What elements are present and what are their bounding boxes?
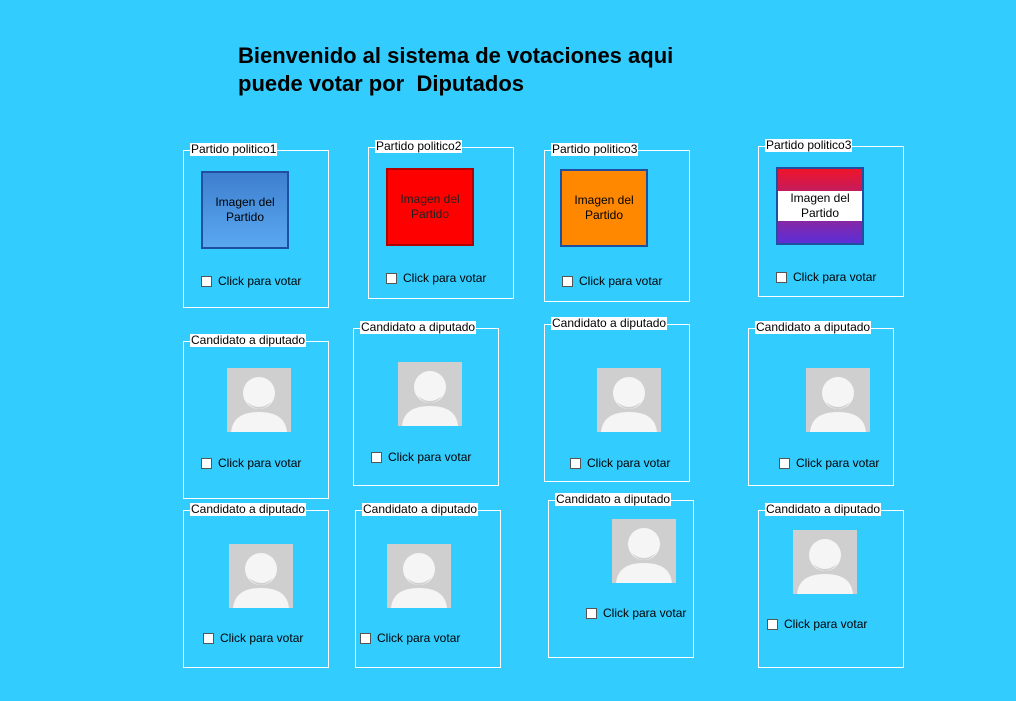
checkbox[interactable]	[562, 275, 573, 287]
vote-label: Click para votar	[218, 274, 302, 288]
default-user-avatar-icon	[612, 519, 676, 583]
vote-checkbox-party-4[interactable]: Click para votar	[776, 270, 876, 284]
party-group-4: Partido politico3 Imagen del Partido Cli…	[758, 139, 904, 297]
party-group-1: Partido politico1 Imagen del Partido Cli…	[183, 143, 329, 308]
vote-checkbox-party-2[interactable]: Click para votar	[386, 271, 486, 285]
party-group-title: Partido politico1	[190, 142, 278, 156]
vote-label: Click para votar	[218, 456, 302, 470]
title-line-2: puede votar por Diputados	[238, 71, 525, 96]
title-line-1: Bienvenido al sistema de votaciones aqui	[238, 43, 674, 68]
vote-label: Click para votar	[388, 450, 472, 464]
default-user-avatar-icon	[806, 368, 870, 432]
checkbox[interactable]	[360, 632, 371, 644]
candidate-group-2-3: Candidato a diputado Click para votar	[548, 493, 694, 658]
party-group-title: Partido politico2	[375, 139, 463, 153]
vote-label: Click para votar	[587, 456, 671, 470]
candidate-group-2-1: Candidato a diputado Click para votar	[183, 503, 329, 668]
party-image-label: Imagen del Partido	[215, 195, 275, 224]
party-image-label: Imagen del Partido	[400, 192, 460, 221]
candidate-group-2-4: Candidato a diputado Click para votar	[758, 503, 904, 668]
candidate-group-title: Candidato a diputado	[551, 316, 668, 330]
default-user-avatar-icon	[398, 362, 462, 426]
candidate-group-1-2: Candidato a diputado Click para votar	[353, 321, 499, 486]
party-image-label: Imagen del Partido	[778, 191, 862, 221]
checkbox[interactable]	[779, 457, 790, 469]
candidate-group-title: Candidato a diputado	[362, 502, 479, 516]
candidate-group-title: Candidato a diputado	[555, 492, 672, 506]
candidate-group-1-1: Candidato a diputado Click para votar	[183, 334, 329, 499]
vote-checkbox-candidate[interactable]: Click para votar	[201, 456, 301, 470]
page-title: Bienvenido al sistema de votaciones aqui…	[238, 42, 758, 98]
vote-checkbox-party-3[interactable]: Click para votar	[562, 274, 662, 288]
checkbox[interactable]	[201, 275, 212, 287]
checkbox[interactable]	[203, 632, 214, 644]
vote-label: Click para votar	[220, 631, 304, 645]
vote-label: Click para votar	[377, 631, 461, 645]
default-user-avatar-icon	[793, 530, 857, 594]
default-user-avatar-icon	[229, 544, 293, 608]
default-user-avatar-icon	[597, 368, 661, 432]
vote-checkbox-candidate[interactable]: Click para votar	[570, 456, 670, 470]
checkbox[interactable]	[776, 271, 787, 283]
checkbox[interactable]	[570, 457, 581, 469]
candidate-group-title: Candidato a diputado	[360, 320, 477, 334]
candidate-group-1-4: Candidato a diputado Click para votar	[748, 321, 894, 486]
candidate-group-title: Candidato a diputado	[190, 502, 307, 516]
checkbox[interactable]	[371, 451, 382, 463]
vote-checkbox-candidate[interactable]: Click para votar	[371, 450, 471, 464]
vote-checkbox-candidate[interactable]: Click para votar	[767, 617, 867, 631]
vote-label: Click para votar	[796, 456, 880, 470]
candidate-group-1-3: Candidato a diputado Click para votar	[544, 317, 690, 482]
party-image-1: Imagen del Partido	[201, 171, 289, 249]
party-group-title: Partido politico3	[765, 138, 853, 152]
checkbox[interactable]	[201, 457, 212, 469]
vote-checkbox-candidate[interactable]: Click para votar	[360, 631, 460, 645]
vote-checkbox-candidate[interactable]: Click para votar	[779, 456, 879, 470]
vote-checkbox-candidate[interactable]: Click para votar	[203, 631, 303, 645]
party-image-3: Imagen del Partido	[560, 169, 648, 247]
vote-label: Click para votar	[793, 270, 877, 284]
vote-label: Click para votar	[603, 606, 687, 620]
vote-checkbox-party-1[interactable]: Click para votar	[201, 274, 301, 288]
party-image-4: Imagen del Partido	[776, 167, 864, 245]
party-group-title: Partido politico3	[551, 142, 639, 156]
checkbox[interactable]	[586, 607, 597, 619]
candidate-group-title: Candidato a diputado	[755, 320, 872, 334]
checkbox[interactable]	[386, 272, 397, 284]
vote-label: Click para votar	[784, 617, 868, 631]
candidate-group-2-2: Candidato a diputado Click para votar	[355, 503, 501, 668]
vote-checkbox-candidate[interactable]: Click para votar	[586, 606, 686, 620]
vote-label: Click para votar	[579, 274, 663, 288]
party-image-2: Imagen del Partido	[386, 168, 474, 246]
candidate-group-title: Candidato a diputado	[765, 502, 882, 516]
party-group-3: Partido politico3 Imagen del Partido Cli…	[544, 143, 690, 302]
vote-label: Click para votar	[403, 271, 487, 285]
default-user-avatar-icon	[227, 368, 291, 432]
candidate-group-title: Candidato a diputado	[190, 333, 307, 347]
default-user-avatar-icon	[387, 544, 451, 608]
checkbox[interactable]	[767, 618, 778, 630]
party-group-2: Partido politico2 Imagen del Partido Cli…	[368, 140, 514, 299]
party-image-label: Imagen del Partido	[574, 193, 634, 222]
